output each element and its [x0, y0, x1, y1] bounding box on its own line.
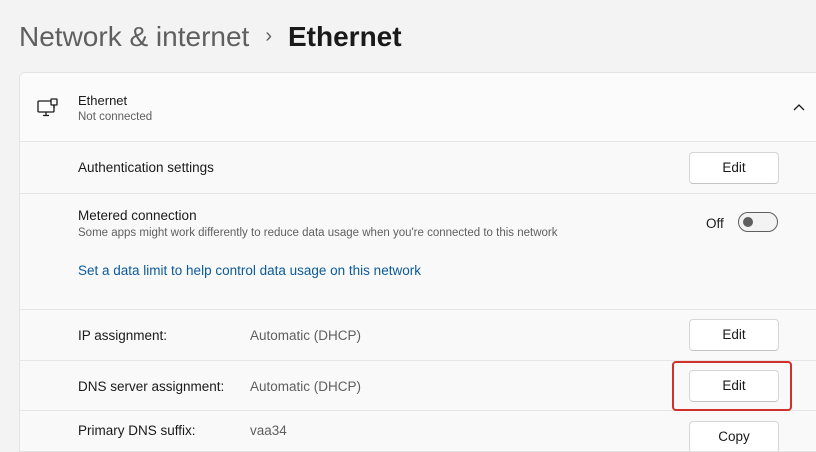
metered-connection-description: Some apps might work differently to redu… [78, 227, 558, 239]
data-limit-link[interactable]: Set a data limit to help control data us… [78, 263, 421, 278]
dns-edit-button[interactable]: Edit [689, 370, 779, 402]
ip-edit-button[interactable]: Edit [689, 319, 779, 351]
dns-assignment-row: DNS server assignment: Automatic (DHCP) … [20, 361, 816, 411]
ethernet-settings-card: Ethernet Not connected Authentication se… [19, 72, 816, 452]
adapter-name: Ethernet [78, 93, 128, 108]
metered-connection-row: Metered connection Some apps might work … [20, 194, 816, 310]
ip-assignment-value: Automatic (DHCP) [250, 328, 362, 343]
chevron-up-icon[interactable] [792, 100, 806, 114]
dns-suffix-label: Primary DNS suffix: [78, 423, 196, 438]
auth-settings-row: Authentication settings Edit [20, 142, 816, 194]
adapter-header[interactable]: Ethernet Not connected [20, 73, 816, 142]
auth-settings-label: Authentication settings [78, 160, 214, 175]
dns-suffix-value: vaa34 [250, 423, 287, 438]
page-title: Ethernet [288, 21, 402, 52]
ethernet-icon [37, 98, 58, 117]
breadcrumb-parent[interactable]: Network & internet [19, 18, 249, 56]
breadcrumb: Network & internet › Ethernet [19, 18, 402, 56]
toggle-knob [743, 217, 753, 227]
metered-toggle-state: Off [706, 216, 724, 231]
metered-connection-label: Metered connection [78, 208, 197, 223]
auth-edit-button[interactable]: Edit [689, 152, 779, 184]
dns-assignment-value: Automatic (DHCP) [250, 379, 362, 394]
breadcrumb-separator-icon: › [265, 25, 272, 47]
ip-assignment-label: IP assignment: [78, 328, 168, 343]
ip-assignment-row: IP assignment: Automatic (DHCP) Edit [20, 310, 816, 361]
adapter-status: Not connected [78, 111, 153, 123]
metered-toggle[interactable] [738, 212, 778, 232]
dns-assignment-label: DNS server assignment: [78, 379, 225, 394]
dns-suffix-row: Primary DNS suffix: vaa34 Copy [20, 411, 816, 451]
